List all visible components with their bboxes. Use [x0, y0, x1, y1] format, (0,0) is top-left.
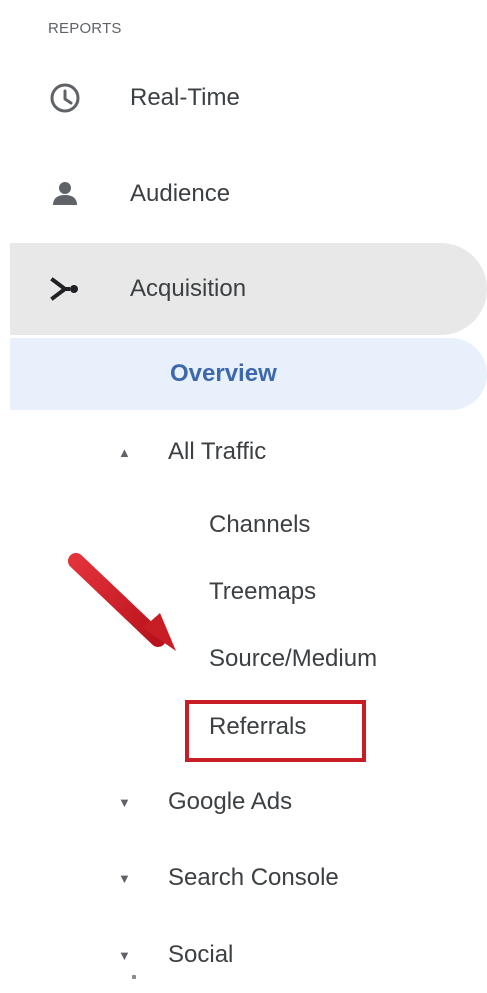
nav-group-search-console[interactable]: ▼ Search Console — [10, 840, 487, 916]
nav-label-treemaps: Treemaps — [209, 578, 317, 605]
nav-label-social: Social — [168, 941, 234, 968]
nav-item-overview[interactable]: Overview — [10, 338, 487, 410]
nav-label-realtime: Real-Time — [130, 84, 240, 111]
expanded-arrow-icon: ▲ — [118, 444, 131, 460]
collapsed-arrow-icon: ▼ — [118, 947, 131, 963]
red-arrow-icon — [68, 553, 176, 651]
referrals-highlight-box — [185, 700, 366, 762]
nav-label-channels: Channels — [209, 511, 311, 538]
nav-label-all-traffic: All Traffic — [168, 438, 267, 465]
nav-item-audience[interactable]: Audience — [10, 149, 487, 239]
nav-label-audience: Audience — [130, 180, 231, 207]
clock-icon — [48, 81, 82, 115]
nav-subitem-channels[interactable]: Channels — [10, 492, 487, 558]
nav-label-source-medium: Source/Medium — [209, 645, 378, 672]
nav-label-search-console: Search Console — [168, 864, 339, 891]
reports-section-title: REPORTS — [48, 20, 122, 37]
scroll-indicator — [132, 975, 136, 979]
collapsed-arrow-icon: ▼ — [118, 870, 131, 886]
nav-label-overview: Overview — [170, 360, 277, 387]
nav-label-acquisition: Acquisition — [130, 275, 247, 302]
person-icon — [48, 177, 82, 211]
nav-label-google-ads: Google Ads — [168, 788, 293, 815]
nav-item-acquisition[interactable]: Acquisition — [10, 243, 487, 335]
collapsed-arrow-icon: ▼ — [118, 794, 131, 810]
nav-group-all-traffic[interactable]: ▲ All Traffic — [10, 414, 487, 490]
reports-sidebar: REPORTS Real-Time Audience Acquisition O… — [10, 0, 487, 982]
nav-group-google-ads[interactable]: ▼ Google Ads — [10, 764, 487, 840]
nav-item-realtime[interactable]: Real-Time — [10, 53, 487, 143]
branch-icon — [48, 272, 82, 306]
